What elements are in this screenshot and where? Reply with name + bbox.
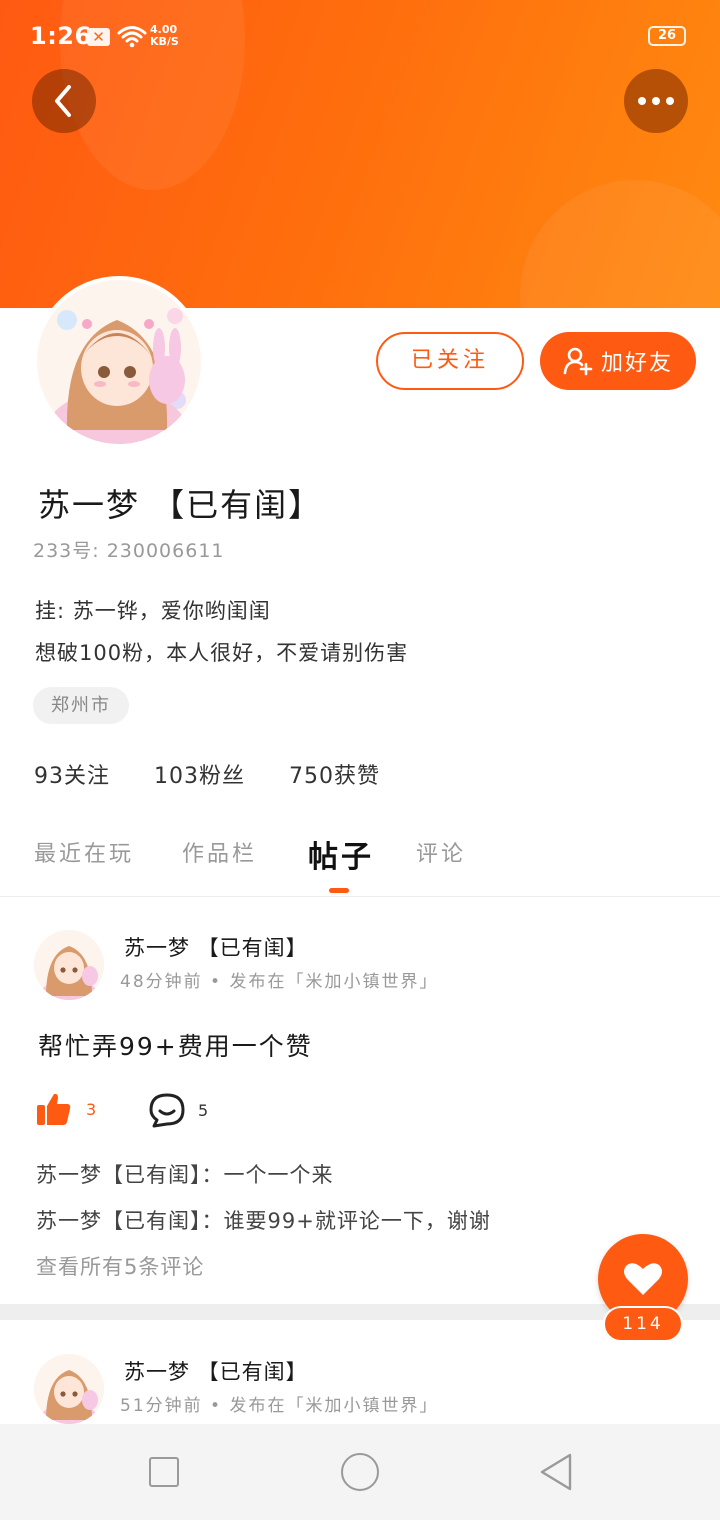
profile-avatar[interactable] bbox=[33, 276, 205, 448]
tab-recently-played[interactable]: 最近在玩 bbox=[34, 836, 134, 868]
more-options-button[interactable] bbox=[624, 69, 688, 133]
wifi-icon bbox=[117, 26, 147, 48]
status-time: 1:26 bbox=[30, 22, 92, 50]
comment-button[interactable]: 5 bbox=[148, 1092, 208, 1128]
tab-posts[interactable]: 帖子 bbox=[308, 832, 374, 876]
comment-bubble-icon bbox=[149, 1093, 185, 1128]
profile-name: 苏一梦 【已有闺】 bbox=[38, 486, 323, 524]
following-count[interactable]: 93关注 bbox=[34, 758, 110, 790]
speed-unit: KB/S bbox=[150, 35, 179, 48]
comment-preview: 苏一梦【已有闺】：谁要99+就评论一下，谢谢 bbox=[36, 1209, 491, 1233]
likes-received-count: 750获赞 bbox=[289, 764, 380, 789]
chevron-left-icon bbox=[55, 85, 71, 117]
thumbs-up-icon bbox=[37, 1093, 71, 1125]
profile-id: 233号: 230006611 bbox=[33, 540, 225, 562]
avatar[interactable] bbox=[34, 930, 104, 1000]
post-author[interactable]: 苏一梦 【已有闺】 bbox=[124, 932, 308, 962]
post-card[interactable]: 苏一梦 【已有闺】 48分钟前 • 发布在「米加小镇世界」 帮忙弄99+费用一个… bbox=[0, 897, 720, 1304]
heart-icon bbox=[624, 1263, 662, 1295]
profile-header-banner: 1:26 ✕ 4.00 KB/S 26 bbox=[0, 0, 720, 308]
location-tag: 郑州市 bbox=[33, 687, 129, 724]
like-button[interactable]: 3 bbox=[36, 1092, 96, 1126]
add-friend-label: 加好友 bbox=[600, 351, 673, 376]
profile-stats: 93关注 103粉丝 750获赞 bbox=[34, 758, 424, 790]
back-button[interactable] bbox=[32, 69, 96, 133]
tab-works[interactable]: 作品栏 bbox=[182, 836, 257, 868]
tab-comments[interactable]: 评论 bbox=[416, 836, 466, 868]
network-speed: 4.00 KB/S bbox=[150, 24, 179, 48]
active-tab-indicator bbox=[329, 888, 349, 893]
system-nav-bar bbox=[0, 1424, 720, 1520]
banner-decoration bbox=[520, 180, 720, 308]
status-bar: 1:26 ✕ 4.00 KB/S 26 bbox=[0, 0, 720, 72]
more-dots-icon bbox=[638, 97, 674, 105]
view-all-comments-link[interactable]: 查看所有5条评论 bbox=[36, 1251, 204, 1281]
comment-count: 5 bbox=[198, 1100, 209, 1120]
bio-line: 挂: 苏一铧，爱你哟闺闺 bbox=[35, 599, 271, 623]
post-meta: 51分钟前 • 发布在「米加小镇世界」 bbox=[120, 1396, 439, 1416]
followed-button[interactable]: 已关注 bbox=[376, 332, 524, 390]
back-triangle-icon[interactable] bbox=[538, 1452, 574, 1492]
avatar-illustration bbox=[34, 1354, 104, 1424]
add-friend-button[interactable]: 加好友 bbox=[540, 332, 696, 390]
followers-count[interactable]: 103粉丝 bbox=[154, 758, 245, 790]
avatar[interactable] bbox=[34, 1354, 104, 1424]
bio-line: 想破100粉，本人很好，不爱请别伤害 bbox=[35, 641, 409, 665]
post-title[interactable]: 帮忙弄99+费用一个赞 bbox=[38, 1027, 313, 1063]
like-count: 3 bbox=[86, 1099, 97, 1119]
battery-indicator: 26 bbox=[648, 26, 686, 46]
recent-apps-button[interactable] bbox=[149, 1457, 179, 1487]
profile-bio: 挂: 苏一铧，爱你哟闺闺 想破100粉，本人很好，不爱请别伤害 bbox=[35, 590, 408, 674]
avatar-illustration bbox=[37, 280, 201, 444]
profile-tabs: 最近在玩 作品栏 帖子 评论 bbox=[0, 826, 720, 897]
floating-like-count: 114 bbox=[603, 1306, 683, 1342]
home-button[interactable] bbox=[341, 1453, 379, 1491]
comment-preview: 苏一梦【已有闺】：一个一个来 bbox=[36, 1163, 334, 1187]
post-author[interactable]: 苏一梦 【已有闺】 bbox=[124, 1356, 308, 1386]
notification-x-icon: ✕ bbox=[87, 28, 110, 46]
post-meta: 48分钟前 • 发布在「米加小镇世界」 bbox=[120, 972, 439, 992]
add-user-icon bbox=[563, 347, 593, 376]
avatar-illustration bbox=[34, 930, 104, 1000]
